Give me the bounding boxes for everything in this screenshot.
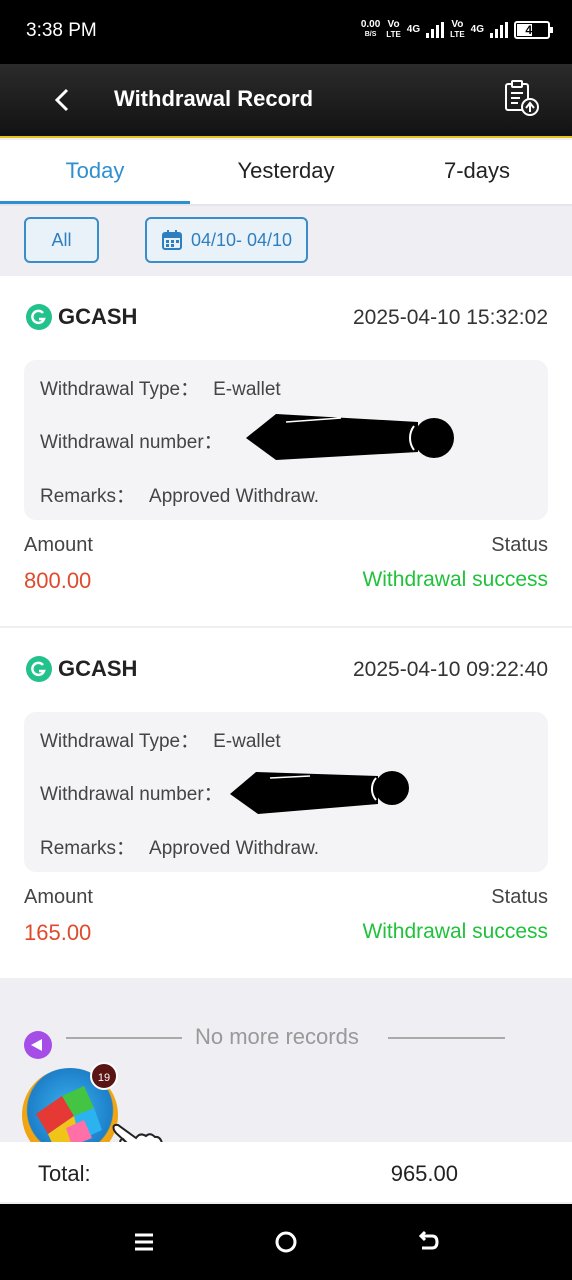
gcash-logo-icon [26,656,52,682]
record-datetime: 2025-04-10 15:32:02 [353,306,548,329]
gcash-logo-icon [26,304,52,330]
divider [66,1037,182,1039]
battery-icon: 48 [514,21,553,39]
back-button[interactable] [44,82,80,118]
volte-2: Vo LTE [450,19,465,40]
date-tabs: Today Yesterday 7-days [0,140,572,206]
home-button[interactable] [270,1226,302,1258]
status-icons: 0.00 B/S Vo LTE 4G Vo LTE 4G 48 [360,19,553,40]
menu-lines-icon [135,1233,153,1251]
record-details: Withdrawal Type： E-wallet Withdrawal numb… [24,712,548,872]
signal-icon [426,22,445,38]
record-details: Withdrawal Type： E-wallet Withdrawal numb… [24,360,548,520]
system-nav-bar [0,1204,572,1280]
withdrawal-number-row: Withdrawal number： [40,432,223,453]
amount-value: 800.00 [24,568,92,593]
tab-today[interactable]: Today [0,140,190,204]
network-gen-1: 4G [406,24,421,35]
withdrawal-type-row: Withdrawal Type： E-wallet [40,731,281,752]
clipboard-upload-icon [505,80,539,116]
volte-1: Vo LTE [386,19,401,40]
back-nav-button[interactable] [412,1226,444,1258]
status-time: 3:38 PM [26,20,97,41]
collapse-arrow-icon[interactable] [24,1031,52,1059]
record-card[interactable]: GCASH 2025-04-10 15:32:02 Withdrawal Typ… [0,276,572,626]
redaction-mark [246,414,454,460]
net-speed: 0.00 B/S [360,19,381,39]
remarks-row: Remarks： Approved Withdraw. [40,486,320,507]
calendar-icon [161,230,182,250]
date-range-button[interactable]: 04/10- 04/10 [145,217,308,263]
amount-value: 165.00 [24,920,92,945]
total-label: Total: [38,1161,91,1186]
filter-all-button[interactable]: All [24,217,99,263]
remarks-row: Remarks： Approved Withdraw. [40,838,320,859]
list-end-indicator: No more records [0,1008,572,1066]
status-value: Withdrawal success [362,568,548,591]
upload-record-button[interactable] [502,78,542,118]
record-datetime: 2025-04-10 09:22:40 [353,658,548,681]
network-gen-2: 4G [470,24,484,35]
signal-icon [490,22,508,38]
payment-brand: GCASH [26,656,137,682]
withdrawal-number-row: Withdrawal number： [40,784,223,805]
amount-label: Amount [24,534,93,556]
brand-name: GCASH [58,304,138,329]
status-value: Withdrawal success [362,920,548,943]
tab-7-days[interactable]: 7-days [382,140,572,204]
record-card[interactable]: GCASH 2025-04-10 09:22:40 Withdrawal Typ… [0,628,572,978]
back-arrow-icon [418,1230,439,1250]
status-bar: 3:38 PM 0.00 B/S Vo LTE 4G Vo LTE 4G 48 [0,0,572,64]
tab-yesterday[interactable]: Yesterday [191,140,381,204]
redaction-mark [230,771,409,814]
divider [388,1037,505,1039]
no-more-records-text: No more records [195,1024,359,1049]
home-circle-icon [275,1231,297,1253]
payment-brand: GCASH [26,304,137,330]
withdrawal-type-row: Withdrawal Type： E-wallet [40,379,281,400]
status-label: Status [491,886,548,908]
filter-bar: All 04/10- 04/10 [0,206,572,274]
brand-name: GCASH [58,656,138,681]
date-range-text: 04/10- 04/10 [190,229,293,250]
recents-button[interactable] [128,1226,160,1258]
total-value: 965.00 [390,1161,458,1186]
amount-label: Amount [24,886,93,908]
page-title: Withdrawal Record [114,86,314,111]
notification-badge: 19 [90,1062,118,1090]
status-label: Status [491,534,548,556]
app-header: Withdrawal Record [0,64,572,138]
chevron-left-icon [54,88,69,112]
total-bar: Total: 965.00 [0,1142,572,1202]
